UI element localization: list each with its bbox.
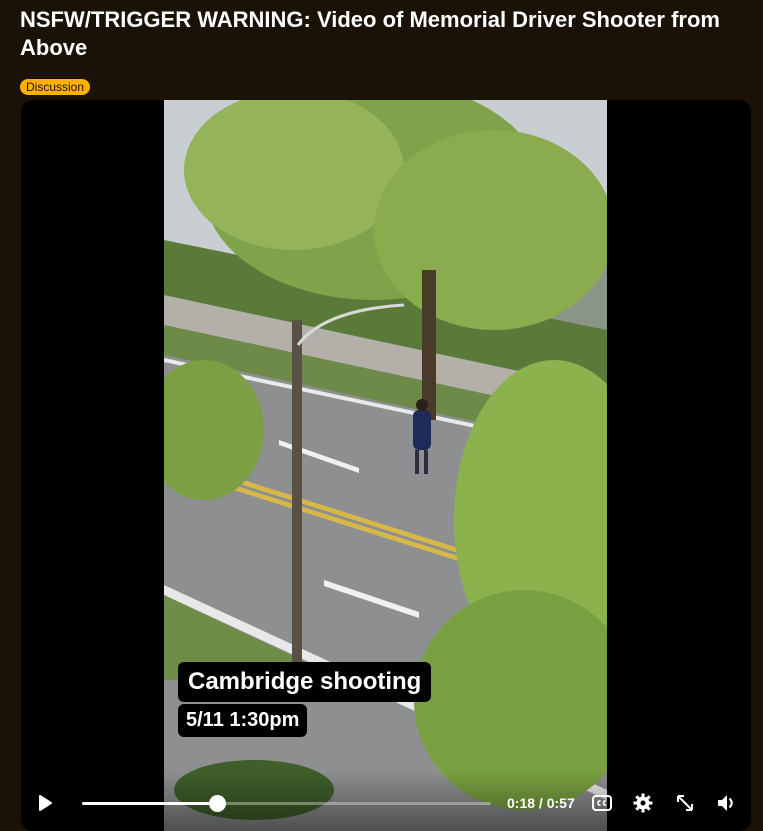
post-flair-badge[interactable]: Discussion <box>20 79 91 95</box>
expand-icon[interactable] <box>674 792 696 814</box>
video-caption-timestamp: 5/11 1:30pm <box>178 704 308 737</box>
gear-icon[interactable] <box>632 792 654 814</box>
video-caption-title: Cambridge shooting <box>178 662 432 702</box>
current-time: 0:18 <box>507 795 536 811</box>
post-title[interactable]: NSFW/TRIGGER WARNING: Video of Memorial … <box>20 6 740 62</box>
volume-icon[interactable] <box>715 792 737 814</box>
video-frame[interactable]: Cambridge shooting 5/11 1:30pm <box>164 100 607 831</box>
closed-captions-icon[interactable] <box>591 792 613 814</box>
duration: 0:57 <box>546 795 575 811</box>
time-separator: / <box>535 795 547 811</box>
seek-bar-progress <box>82 802 217 805</box>
post-header: NSFW/TRIGGER WARNING: Video of Memorial … <box>20 6 740 62</box>
play-icon[interactable] <box>35 793 55 813</box>
time-readout: 0:18 / 0:57 <box>507 795 575 811</box>
seek-bar[interactable] <box>82 795 491 812</box>
player-controls: 0:18 / 0:57 <box>21 771 751 831</box>
seek-bar-handle[interactable] <box>208 795 226 812</box>
video-player[interactable]: Cambridge shooting 5/11 1:30pm 0:18 / 0:… <box>21 100 751 831</box>
